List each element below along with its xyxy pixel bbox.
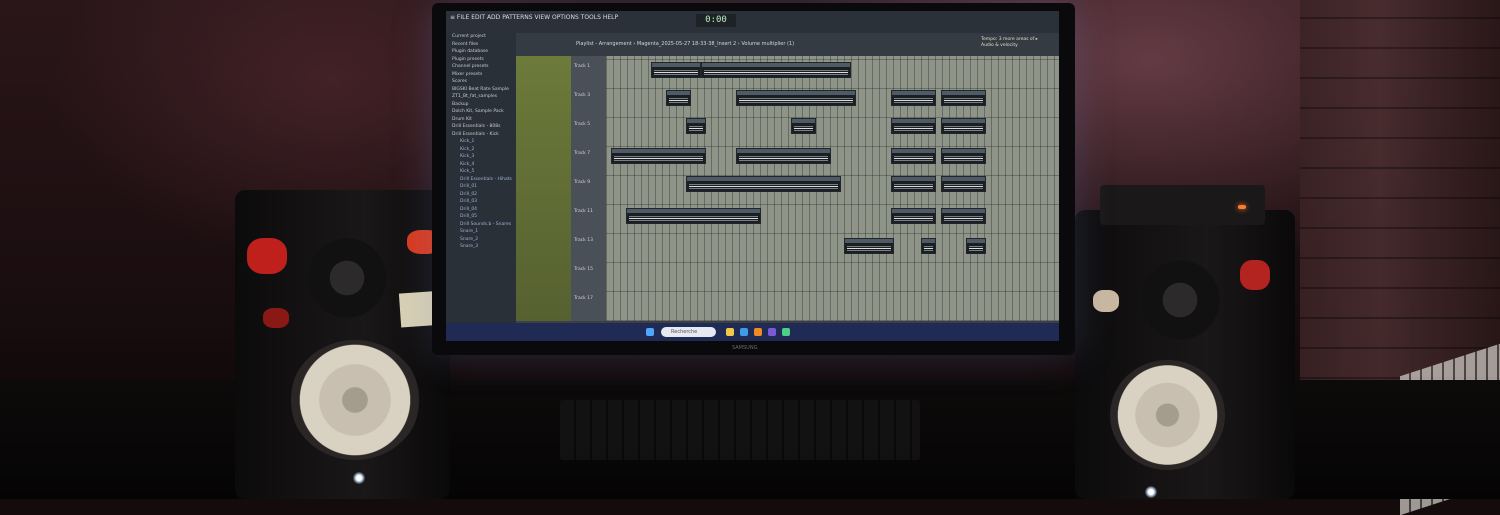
menu-bar[interactable]: ≡ FILE EDIT ADD PATTERNS VIEW OPTIONS TO… [450, 14, 618, 21]
audio-interface [1100, 185, 1265, 225]
audio-clip[interactable] [921, 238, 936, 254]
song-time-display: 0:00 [696, 14, 736, 27]
browser-item[interactable]: Channel presets [446, 63, 516, 71]
audio-clip[interactable] [941, 118, 986, 134]
right-woofer [1110, 360, 1225, 470]
browser-item[interactable]: Recent files [446, 41, 516, 49]
browser-sub-item[interactable]: Drill_01 [446, 183, 516, 191]
computer-keyboard [560, 400, 920, 460]
file-browser: Current project Recent files Plugin databa… [446, 33, 516, 323]
interface-status-led [1238, 205, 1246, 209]
audio-clip[interactable] [966, 238, 986, 254]
browser-sub-item[interactable]: Snare_1 [446, 228, 516, 236]
browser-sub-item[interactable]: Kick_4 [446, 161, 516, 169]
left-speaker [235, 190, 450, 499]
browser-item[interactable]: Dolch Kit, Sample Pack [446, 108, 516, 116]
right-power-led [1145, 486, 1157, 498]
browser-item[interactable]: Plugin presets [446, 56, 516, 64]
track-label[interactable]: Track 1 [574, 64, 590, 69]
app-icon[interactable] [782, 328, 790, 336]
browser-sub-item[interactable]: Drill_04 [446, 206, 516, 214]
fl-studio-icon[interactable] [754, 328, 762, 336]
red-fish-sticker [1240, 260, 1270, 290]
playlist-title: Playlist - Arrangement › Magenta_2025-05… [576, 41, 795, 47]
audio-clip[interactable] [941, 148, 986, 164]
audio-clip[interactable] [941, 208, 986, 224]
audio-clip[interactable] [844, 238, 894, 254]
playlist-grid[interactable] [606, 56, 1059, 321]
browser-sub-item[interactable]: Drill_05 [446, 213, 516, 221]
track-label[interactable]: Track 9 [574, 180, 590, 185]
right-tweeter [1140, 260, 1220, 340]
audio-clip[interactable] [941, 90, 986, 106]
track-labels: Track 1 Track 3 Track 5 Track 7 Track 9 Track… [571, 56, 606, 321]
audio-clip[interactable] [686, 176, 841, 192]
playlist-header: Playlist - Arrangement › Magenta_2025-05… [516, 33, 1059, 56]
audio-clip[interactable] [666, 90, 691, 106]
hint-panel: Tempo: 3 more areas of ▸ Audio & velocit… [981, 37, 1038, 48]
browser-item[interactable]: Drill Essentials - 808s [446, 123, 516, 131]
browser-sub-item[interactable]: Snare_3 [446, 243, 516, 251]
track-label[interactable]: Track 5 [574, 122, 590, 127]
browser-item[interactable]: Drum Kit [446, 116, 516, 124]
browser-sub-item[interactable]: Drill_02 [446, 191, 516, 199]
browser-sub-item[interactable]: Snare_2 [446, 236, 516, 244]
audio-clip[interactable] [686, 118, 706, 134]
monitor-brand-logo: SAMSUNG [732, 345, 758, 351]
track-label[interactable]: Track 11 [574, 209, 593, 214]
monitor-screen: ≡ FILE EDIT ADD PATTERNS VIEW OPTIONS TO… [446, 11, 1059, 341]
audio-clip[interactable] [626, 208, 761, 224]
audio-clip[interactable] [736, 90, 856, 106]
mushroom-sticker [1093, 290, 1119, 312]
audio-clip[interactable] [941, 176, 986, 192]
taskbar-search-input[interactable]: Recherche [661, 327, 716, 337]
windows-start-icon[interactable] [646, 328, 654, 336]
track-label[interactable]: Track 13 [574, 238, 593, 243]
browser-item[interactable]: Mixer presets [446, 71, 516, 79]
browser-icon[interactable] [740, 328, 748, 336]
browser-item[interactable]: ZT1_Bt_fat_samples [446, 93, 516, 101]
windows-taskbar: Recherche [446, 323, 1059, 341]
audio-clip[interactable] [891, 208, 936, 224]
audio-clip[interactable] [891, 148, 936, 164]
browser-item[interactable]: Drill Essentials - Kick [446, 131, 516, 139]
left-tweeter [307, 238, 387, 318]
track-label[interactable]: Track 15 [574, 267, 593, 272]
track-label[interactable]: Track 3 [574, 93, 590, 98]
app-icon[interactable] [768, 328, 776, 336]
browser-item[interactable]: BIGSKI Beat Rate Sample [446, 86, 516, 94]
daw-toolbar: ≡ FILE EDIT ADD PATTERNS VIEW OPTIONS TO… [446, 11, 1059, 33]
file-explorer-icon[interactable] [726, 328, 734, 336]
browser-item[interactable]: Backup [446, 101, 516, 109]
right-speaker [1075, 210, 1295, 499]
audio-clip[interactable] [611, 148, 706, 164]
audio-clip[interactable] [701, 62, 851, 78]
audio-clip[interactable] [891, 176, 936, 192]
browser-sub-item[interactable]: Kick_3 [446, 153, 516, 161]
audio-clip[interactable] [651, 62, 701, 78]
audio-clip[interactable] [891, 118, 936, 134]
left-woofer [290, 340, 420, 460]
track-label[interactable]: Track 7 [574, 151, 590, 156]
tomato-sticker [247, 238, 287, 274]
browser-sub-item[interactable]: Drill_03 [446, 198, 516, 206]
browser-item[interactable]: Scores [446, 78, 516, 86]
channel-rack [516, 56, 571, 321]
red-round-sticker [263, 308, 289, 328]
left-power-led [353, 472, 365, 484]
audio-clip[interactable] [891, 90, 936, 106]
track-label[interactable]: Track 17 [574, 296, 593, 301]
audio-clip[interactable] [791, 118, 816, 134]
browser-sub-item[interactable]: Kick_5 [446, 168, 516, 176]
browser-sub-item[interactable]: Kick_2 [446, 146, 516, 154]
browser-sub-item[interactable]: Drill Sounds.b - Snares [446, 221, 516, 229]
browser-item[interactable]: Current project [446, 33, 516, 41]
browser-sub-item[interactable]: Drill Essentials - Hihats [446, 176, 516, 184]
computer-monitor: ≡ FILE EDIT ADD PATTERNS VIEW OPTIONS TO… [432, 3, 1075, 355]
browser-sub-item[interactable]: Kick_1 [446, 138, 516, 146]
browser-item[interactable]: Plugin database [446, 48, 516, 56]
audio-clip[interactable] [736, 148, 831, 164]
